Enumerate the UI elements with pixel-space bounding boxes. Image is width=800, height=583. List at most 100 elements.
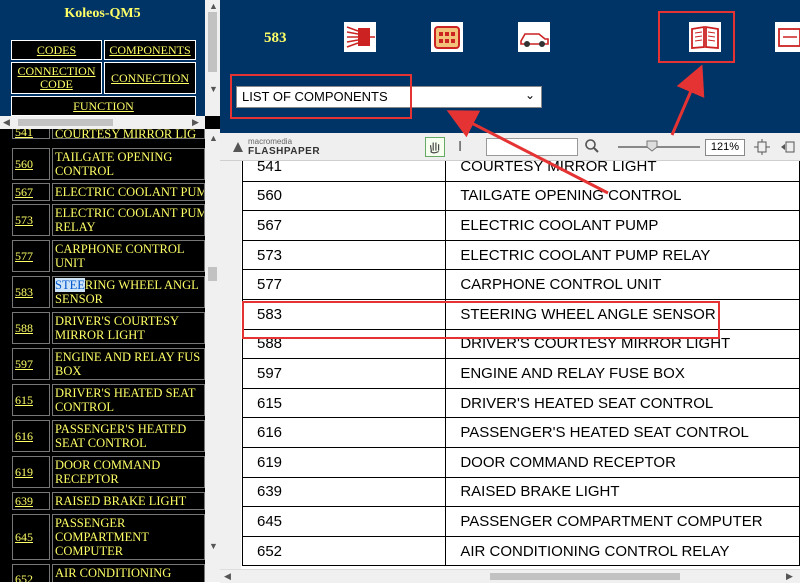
list-item-label: AIR CONDITIONING: [52, 564, 205, 582]
chevron-down-icon[interactable]: ⌄: [525, 88, 535, 102]
component-list: 541 COURTESY MIRROR LIG 560 TAILGATE OPE…: [0, 129, 205, 582]
menu-connection-link[interactable]: CONNECTION: [104, 62, 196, 94]
table-row: 577 CARPHONE CONTROL UNIT: [241, 269, 800, 300]
list-item-code[interactable]: 573: [12, 204, 50, 236]
list-item-code[interactable]: 583: [12, 276, 50, 308]
fit-width-icon[interactable]: [780, 139, 796, 155]
search-input[interactable]: [486, 138, 578, 156]
list-item[interactable]: 577 CARPHONE CONTROL UNIT: [0, 240, 205, 272]
component-name-cell: COURTESY MIRROR LIGHT: [445, 161, 800, 182]
menu-function-link[interactable]: FUNCTION: [11, 96, 196, 116]
scroll-left-icon[interactable]: ◀: [224, 571, 231, 582]
zoom-slider-track[interactable]: [618, 146, 700, 148]
fit-page-icon[interactable]: [754, 139, 770, 155]
list-item[interactable]: 597 ENGINE AND RELAY FUS BOX: [0, 348, 205, 380]
menu-connection-code-link[interactable]: CONNECTION CODE: [11, 62, 102, 94]
model-title: Koleos-QM5: [64, 6, 141, 21]
list-item-code[interactable]: 597: [12, 348, 50, 380]
list-item-code[interactable]: 645: [12, 514, 50, 560]
scroll-right-icon[interactable]: ▶: [192, 117, 199, 128]
wiring-icon[interactable]: [344, 22, 376, 52]
list-item[interactable]: 588 DRIVER'S COURTESY MIRROR LIGHT: [0, 312, 205, 344]
scroll-thumb[interactable]: [490, 573, 680, 580]
scroll-left-icon[interactable]: ◀: [3, 117, 10, 128]
connector-icon[interactable]: [431, 22, 463, 52]
list-item-label: STEERING WHEEL ANGL SENSOR: [52, 276, 205, 308]
list-item-label: RAISED BRAKE LIGHT: [52, 492, 205, 510]
component-name-cell: DOOR COMMAND RECEPTOR: [445, 446, 800, 478]
document-view[interactable]: 541 COURTESY MIRROR LIGHT 560 TAILGATE OPE…: [220, 161, 800, 569]
header-horizontal-scrollbar[interactable]: ◀ ▶: [0, 116, 205, 129]
list-item[interactable]: 573 ELECTRIC COOLANT PUM RELAY: [0, 204, 205, 236]
list-item-code[interactable]: 567: [12, 183, 50, 201]
flashpaper-toolbar: macromedia FLASHPAPER Ⅰ 121%: [220, 133, 800, 161]
list-item[interactable]: 645 PASSENGER COMPARTMENT COMPUTER: [0, 514, 205, 560]
component-name-cell: AIR CONDITIONING CONTROL RELAY: [445, 535, 800, 567]
hand-tool-icon[interactable]: [425, 137, 445, 157]
page-icon[interactable]: [775, 22, 800, 52]
list-item-selected[interactable]: 583 STEERING WHEEL ANGL SENSOR: [0, 276, 205, 308]
list-item-label: TAILGATE OPENING CONTROL: [52, 148, 205, 180]
component-code-cell: 577: [241, 269, 447, 300]
scroll-thumb[interactable]: [18, 119, 113, 126]
menu-components-link[interactable]: COMPONENTS: [104, 40, 196, 60]
list-item[interactable]: 616 PASSENGER'S HEATED SEAT CONTROL: [0, 420, 205, 452]
list-item[interactable]: 560 TAILGATE OPENING CONTROL: [0, 148, 205, 180]
table-row: 619 DOOR COMMAND RECEPTOR: [241, 446, 800, 478]
list-item-label: PASSENGER COMPARTMENT COMPUTER: [52, 514, 205, 560]
scroll-thumb[interactable]: [208, 12, 217, 72]
car-icon[interactable]: [518, 22, 550, 52]
scroll-thumb[interactable]: [208, 267, 217, 281]
list-item-code[interactable]: 639: [12, 492, 50, 510]
list-item-label: DRIVER'S COURTESY MIRROR LIGHT: [52, 312, 205, 344]
table-row: 639 RAISED BRAKE LIGHT: [241, 476, 800, 508]
components-table: 541 COURTESY MIRROR LIGHT 560 TAILGATE OPE…: [241, 161, 800, 567]
list-item-code[interactable]: 577: [12, 240, 50, 272]
component-code-cell: 573: [241, 239, 447, 271]
zoom-level-field[interactable]: 121%: [705, 139, 745, 156]
list-item[interactable]: 652 AIR CONDITIONING: [0, 564, 205, 582]
document-gutter: [220, 161, 241, 569]
component-code-cell: 560: [241, 180, 447, 212]
component-code-cell: 645: [241, 506, 447, 537]
table-row: 616 PASSENGER'S HEATED SEAT CONTROL: [241, 417, 800, 448]
list-item[interactable]: 639 RAISED BRAKE LIGHT: [0, 492, 205, 510]
scroll-down-icon[interactable]: ▼: [209, 84, 218, 94]
list-item[interactable]: 541 COURTESY MIRROR LIG: [0, 129, 205, 139]
list-item-code[interactable]: 560: [12, 148, 50, 180]
component-name-cell: CARPHONE CONTROL UNIT: [445, 269, 800, 300]
list-item-code[interactable]: 541: [12, 129, 50, 139]
annotation-box-list-select: [230, 74, 412, 119]
annotation-box-book-icon: [658, 11, 735, 63]
menu-codes-link[interactable]: CODES: [11, 40, 102, 60]
list-item-code[interactable]: 615: [12, 384, 50, 416]
list-item-label: DOOR COMMAND RECEPTOR: [52, 456, 205, 488]
scroll-right-icon[interactable]: ▶: [786, 571, 793, 582]
search-icon[interactable]: [584, 138, 600, 154]
list-item[interactable]: 615 DRIVER'S HEATED SEAT CONTROL: [0, 384, 205, 416]
list-item-label: ELECTRIC COOLANT PUM: [52, 183, 205, 201]
list-item-code[interactable]: 616: [12, 420, 50, 452]
list-vertical-scrollbar[interactable]: ▲ ▼: [205, 129, 220, 582]
list-item-code[interactable]: 588: [12, 312, 50, 344]
zoom-slider-thumb[interactable]: [646, 140, 658, 152]
list-item[interactable]: 619 DOOR COMMAND RECEPTOR: [0, 456, 205, 488]
header-vertical-scrollbar[interactable]: ▲ ▼: [205, 0, 220, 116]
table-row: 645 PASSENGER COMPARTMENT COMPUTER: [241, 506, 800, 537]
component-code-cell: 541: [241, 161, 447, 182]
text-select-icon[interactable]: Ⅰ: [458, 138, 462, 155]
component-code-cell: 619: [241, 446, 447, 478]
component-name-cell: RAISED BRAKE LIGHT: [445, 476, 800, 508]
component-code-cell: 615: [241, 387, 447, 419]
table-row: 567 ELECTRIC COOLANT PUMP: [241, 210, 800, 241]
document-horizontal-scrollbar[interactable]: ◀ ▶: [220, 569, 800, 583]
list-item-code[interactable]: 619: [12, 456, 50, 488]
scroll-up-icon[interactable]: ▲: [209, 1, 218, 11]
component-code-cell: 652: [241, 535, 447, 567]
component-name-cell: ELECTRIC COOLANT PUMP RELAY: [445, 239, 800, 271]
scroll-up-icon[interactable]: ▲: [209, 133, 218, 143]
list-item-code[interactable]: 652: [12, 564, 50, 582]
brand-flashpaper: FLASHPAPER: [248, 146, 321, 157]
scroll-down-icon[interactable]: ▼: [209, 541, 218, 551]
list-item[interactable]: 567 ELECTRIC COOLANT PUM: [0, 183, 205, 201]
